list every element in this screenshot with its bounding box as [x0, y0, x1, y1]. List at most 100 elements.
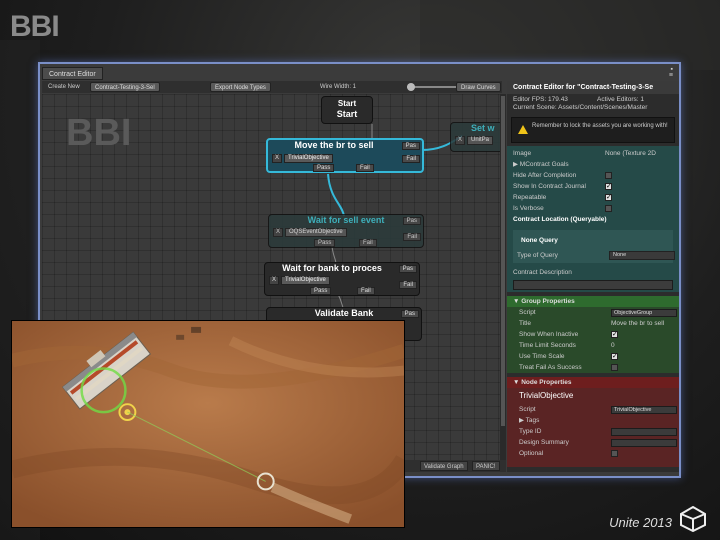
- panic-button[interactable]: PANIC!: [472, 461, 500, 471]
- tab-contract-editor[interactable]: Contract Editor: [42, 67, 103, 80]
- group-properties-header[interactable]: ▼ Group Properties: [507, 296, 679, 307]
- window-controls[interactable]: ▪ ≡: [669, 66, 673, 79]
- show-when-inactive-checkbox[interactable]: ✓: [611, 331, 618, 338]
- prop-label: Is Verbose: [513, 205, 544, 212]
- node-move-to-sell[interactable]: Move the br to sell Pas X TrivialObjecti…: [266, 138, 424, 173]
- prop-label: Script: [519, 309, 536, 316]
- prop-contract-goals[interactable]: ▶ MContract Goals: [513, 159, 673, 170]
- prop-label: Contract Description: [513, 269, 572, 276]
- node-title: Set w: [471, 123, 495, 133]
- script-object-field[interactable]: TrivialObjective: [611, 406, 677, 414]
- node-pass-output[interactable]: Pass: [313, 164, 335, 172]
- current-scene: Current Scene: Assets/Content/Scenes/Mas…: [513, 104, 648, 111]
- prop-label: Time Limit Seconds: [519, 342, 576, 349]
- node-pass-output[interactable]: Pass: [310, 287, 332, 295]
- background-building-shape: [420, 0, 720, 70]
- node-start-title: Start: [337, 99, 357, 108]
- node-objective-field[interactable]: UnitPa: [467, 135, 494, 145]
- lock-assets-warning: Remember to lock the assets you are work…: [511, 117, 675, 143]
- create-new-button[interactable]: Create New: [48, 81, 80, 93]
- node-prop-row: Script TrivialObjective: [519, 404, 677, 415]
- remove-component-button[interactable]: X: [273, 227, 283, 237]
- node-pass-port[interactable]: Pas: [401, 142, 420, 150]
- image-object-field[interactable]: None (Texture 2D: [605, 148, 656, 159]
- prop-label: Treat Fail As Success: [519, 364, 582, 371]
- validate-graph-button[interactable]: Validate Graph: [420, 461, 468, 471]
- node-pass-port[interactable]: Pas: [398, 265, 417, 273]
- editor-fps: Editor FPS: 179.43: [513, 96, 568, 103]
- export-node-types-button[interactable]: Export Node Types: [210, 82, 271, 92]
- inspector-title: Contract Editor for "Contract-Testing-3-…: [507, 81, 679, 94]
- type-of-query-dropdown[interactable]: None: [609, 251, 675, 260]
- node-fail-output[interactable]: Fail: [359, 239, 377, 247]
- remove-component-button[interactable]: X: [269, 275, 279, 285]
- node-objective-field[interactable]: OQSEventObjective: [285, 227, 347, 237]
- node-prop-row: Optional: [519, 448, 667, 459]
- contract-select-dropdown[interactable]: Contract-Testing-3-Sel: [90, 82, 160, 92]
- prop-label: Image: [513, 150, 532, 157]
- node-prop-row: Type ID: [519, 426, 677, 437]
- node-field-row: X TrivialObjective: [272, 153, 333, 163]
- node-start[interactable]: Start Start: [321, 96, 373, 124]
- node-title: Validate Bank: [314, 308, 374, 318]
- brand-logo-text: BBI: [10, 10, 59, 40]
- prop-label: Repeatable: [513, 194, 547, 201]
- node-pass-output[interactable]: Pass: [314, 239, 336, 247]
- wire-move-to-wait-sell: [327, 173, 345, 217]
- warning-text: Remember to lock the assets you are work…: [532, 123, 668, 129]
- prop-label[interactable]: ▶ MContract Goals: [513, 159, 569, 170]
- time-limit-field[interactable]: 0: [611, 340, 615, 351]
- remove-component-button[interactable]: X: [272, 153, 282, 163]
- prop-label: Script: [519, 406, 536, 413]
- slider-knob[interactable]: [407, 83, 415, 91]
- node-pass-port[interactable]: Pas: [402, 217, 421, 225]
- hide-after-completion-checkbox[interactable]: [605, 172, 612, 179]
- none-query-box: None Query Type of Query None: [513, 230, 675, 263]
- node-title: Move the br to sell: [294, 140, 374, 150]
- type-id-field[interactable]: [611, 428, 677, 436]
- group-properties-body: Script ObjectiveGroup Title Move the br …: [507, 307, 679, 373]
- group-prop-row: Script ObjectiveGroup: [519, 307, 677, 318]
- treat-fail-as-success-checkbox[interactable]: [611, 364, 618, 371]
- prop-is-verbose: Is Verbose: [513, 203, 673, 214]
- scrollbar-thumb[interactable]: [501, 96, 505, 426]
- node-pass-port[interactable]: Pas: [400, 310, 419, 318]
- game-view-screenshot: [11, 320, 405, 528]
- node-objective-field[interactable]: TrivialObjective: [281, 275, 330, 285]
- draw-curves-toggle[interactable]: Draw Curves: [456, 82, 501, 92]
- node-prop-row: Design Summary: [519, 437, 677, 448]
- use-time-scale-checkbox[interactable]: ✓: [611, 353, 618, 360]
- node-fail-port-right[interactable]: Fail: [402, 155, 420, 163]
- prop-label: Type ID: [519, 428, 542, 435]
- unity-logo-icon: [680, 505, 706, 533]
- remove-component-button[interactable]: X: [455, 135, 465, 145]
- repeatable-checkbox[interactable]: ✓: [605, 194, 612, 201]
- prop-hide-after-completion: Hide After Completion: [513, 170, 673, 181]
- node-fail-output[interactable]: Fail: [356, 164, 374, 172]
- canvas-scrollbar[interactable]: [500, 94, 506, 460]
- node-properties-body: TrivialObjective Script TrivialObjective…: [507, 388, 679, 459]
- wire-width-slider[interactable]: [407, 83, 457, 91]
- node-properties-section: ▼ Node Properties TrivialObjective Scrip…: [507, 377, 679, 467]
- node-fail-port-right[interactable]: Fail: [403, 233, 421, 241]
- prop-label[interactable]: ▶ Tags: [519, 415, 539, 426]
- node-wait-sell-event[interactable]: Wait for sell event Pas X OQSEventObject…: [268, 214, 424, 248]
- node-wait-bank-process[interactable]: Wait for bank to proces Pas X TrivialObj…: [264, 262, 420, 296]
- show-in-journal-checkbox[interactable]: ✓: [605, 183, 612, 190]
- is-verbose-checkbox[interactable]: [605, 205, 612, 212]
- node-properties-header[interactable]: ▼ Node Properties: [507, 377, 679, 388]
- title-text-field[interactable]: Move the br to sell: [611, 318, 664, 329]
- window-menu-icon[interactable]: ≡: [669, 72, 673, 79]
- node-start-subtitle: Start: [336, 109, 358, 119]
- optional-checkbox[interactable]: [611, 450, 618, 457]
- node-type-title: TrivialObjective: [519, 391, 574, 400]
- node-fail-output[interactable]: Fail: [357, 287, 375, 295]
- script-object-field[interactable]: ObjectiveGroup: [611, 309, 677, 317]
- design-summary-field[interactable]: [611, 439, 677, 447]
- node-prop-row[interactable]: ▶ Tags: [519, 415, 667, 426]
- node-objective-field[interactable]: TrivialObjective: [284, 153, 333, 163]
- inspector-panel: Contract Editor for "Contract-Testing-3-…: [507, 81, 679, 472]
- node-fail-port-right[interactable]: Fail: [399, 281, 417, 289]
- contract-description-field[interactable]: [513, 280, 673, 290]
- node-set-w[interactable]: Set w X UnitPa: [450, 122, 500, 152]
